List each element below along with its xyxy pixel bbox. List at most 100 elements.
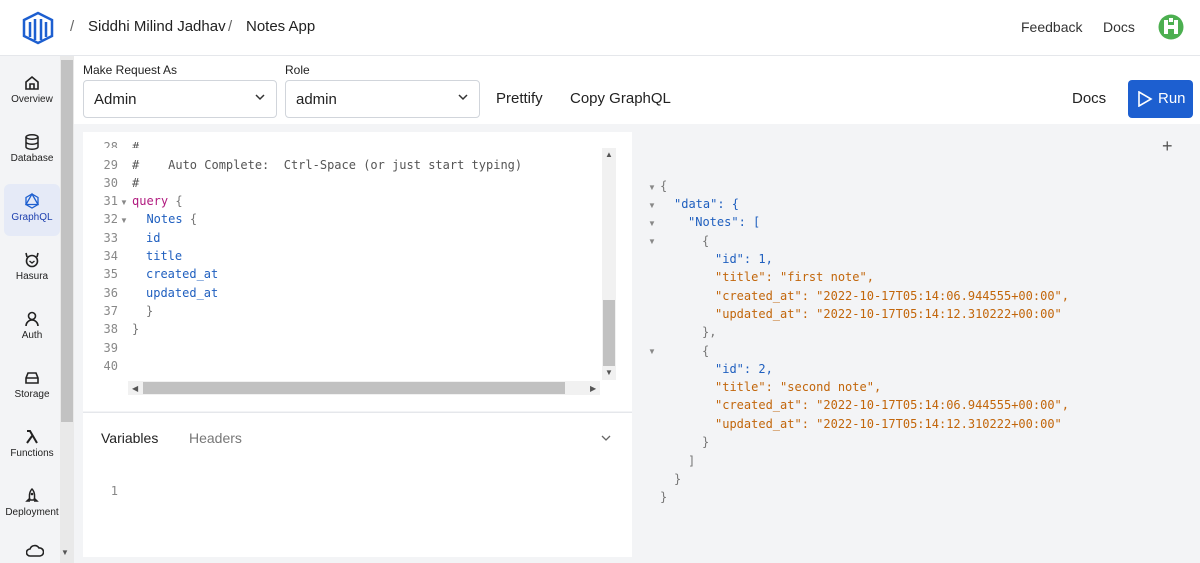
- result-line: "created_at": "2022-10-17T05:14:06.94455…: [715, 398, 1070, 412]
- sidebar-item-graphql[interactable]: GraphQL: [4, 184, 60, 236]
- breadcrumb-project[interactable]: Notes App: [246, 18, 315, 35]
- fold-arrow-icon[interactable]: ▼: [648, 347, 656, 356]
- sidebar-item-label: Deployment: [5, 507, 59, 518]
- line-number: 1: [110, 484, 118, 498]
- lambda-icon: [26, 430, 38, 444]
- result-line: {: [660, 179, 668, 193]
- breadcrumb-separator: /: [228, 18, 233, 35]
- result-line: "id": 1,: [715, 252, 773, 266]
- sidebar-item-label: Storage: [14, 389, 50, 400]
- line-number: 32: [103, 212, 118, 226]
- tab-headers[interactable]: Headers: [189, 430, 242, 446]
- code-line: #: [132, 140, 140, 148]
- role-select[interactable]: admin: [285, 80, 480, 118]
- database-icon: [25, 134, 39, 150]
- result-line: "updated_at": "2022-10-17T05:14:12.31022…: [715, 417, 1062, 431]
- field-token: id: [146, 231, 161, 245]
- cloud-icon[interactable]: [26, 544, 44, 558]
- fold-arrow-icon[interactable]: ▼: [648, 183, 656, 192]
- code-line: query {: [132, 194, 183, 212]
- sidebar-item-storage[interactable]: Storage: [4, 361, 60, 413]
- line-number: 35: [103, 267, 118, 281]
- result-line: "id": 2,: [715, 362, 773, 376]
- result-line: {: [702, 344, 710, 358]
- line-number: 29: [103, 158, 118, 172]
- docs-button[interactable]: Docs: [1072, 90, 1106, 107]
- line-number: 36: [103, 286, 118, 300]
- scroll-right-arrow-icon[interactable]: ▶: [590, 384, 596, 393]
- prettify-button[interactable]: Prettify: [496, 90, 543, 107]
- breadcrumb-separator: /: [70, 18, 75, 35]
- line-number: 30: [103, 176, 118, 190]
- result-line: },: [702, 325, 717, 339]
- add-tab-button[interactable]: +: [1162, 136, 1173, 157]
- field-token: Notes: [146, 212, 183, 226]
- role-label: Role: [285, 63, 310, 77]
- result-line: ]: [688, 454, 696, 468]
- keyword-token: query: [132, 194, 169, 208]
- chevron-down-icon: [255, 94, 265, 101]
- code-line: Notes {: [132, 212, 197, 230]
- copy-graphql-button[interactable]: Copy GraphQL: [570, 90, 671, 107]
- scroll-down-arrow-icon[interactable]: ▼: [605, 368, 613, 377]
- sidebar-scrollbar-thumb[interactable]: [61, 60, 73, 422]
- fold-arrow-icon[interactable]: ▼: [120, 216, 128, 225]
- chevron-down-icon: [458, 94, 468, 101]
- line-number: 39: [103, 341, 118, 355]
- make-request-as-label: Make Request As: [83, 63, 178, 77]
- feedback-link[interactable]: Feedback: [1021, 19, 1082, 35]
- scroll-down-arrow-icon[interactable]: ▼: [61, 548, 69, 557]
- line-number: 38: [103, 322, 118, 336]
- line-number: 40: [103, 359, 118, 373]
- tab-variables[interactable]: Variables: [101, 430, 158, 446]
- nhost-logo[interactable]: [20, 10, 56, 46]
- editor-vertical-scrollbar-thumb[interactable]: [603, 300, 615, 366]
- fold-arrow-icon[interactable]: ▼: [648, 201, 656, 210]
- top-bar: / Siddhi Milind Jadhav / Notes App Feedb…: [0, 0, 1200, 56]
- run-button[interactable]: Run: [1128, 80, 1193, 118]
- variables-panel: [83, 412, 632, 557]
- sidebar-item-overview[interactable]: Overview: [4, 66, 60, 118]
- graphql-icon: [24, 192, 40, 209]
- role-value: admin: [296, 91, 337, 108]
- avatar[interactable]: [1158, 14, 1184, 40]
- sidebar-item-deployment[interactable]: Deployment: [4, 479, 60, 531]
- result-line: "title": "first note",: [715, 270, 874, 284]
- result-line: "Notes": [: [688, 215, 761, 229]
- scroll-up-arrow-icon[interactable]: ▲: [605, 150, 613, 159]
- breadcrumb-workspace[interactable]: Siddhi Milind Jadhav: [88, 18, 226, 35]
- field-token: updated_at: [146, 286, 219, 300]
- result-line: "data": {: [674, 197, 740, 211]
- editor-horizontal-scrollbar-thumb[interactable]: [143, 382, 565, 394]
- make-request-as-value: Admin: [94, 91, 137, 108]
- line-number: 37: [103, 304, 118, 318]
- sidebar-item-label: Overview: [11, 94, 53, 105]
- line-number: 28: [103, 140, 118, 148]
- result-line: "updated_at": "2022-10-17T05:14:12.31022…: [715, 307, 1062, 321]
- brace-token: {: [189, 212, 198, 226]
- brace-token: {: [175, 194, 183, 208]
- result-line: "created_at": "2022-10-17T05:14:06.94455…: [715, 289, 1070, 303]
- rocket-icon: [25, 487, 39, 502]
- brace-token: }: [146, 304, 154, 318]
- home-icon: [25, 75, 39, 90]
- sidebar-item-label: Database: [10, 153, 54, 164]
- chevron-down-icon[interactable]: [600, 432, 612, 444]
- sidebar-item-auth[interactable]: Auth: [4, 302, 60, 354]
- result-line: }: [702, 435, 710, 449]
- brace-token: }: [132, 322, 140, 336]
- fold-arrow-icon[interactable]: ▼: [648, 219, 656, 228]
- sidebar-item-functions[interactable]: Functions: [4, 420, 60, 472]
- scroll-left-arrow-icon[interactable]: ◀: [132, 384, 138, 393]
- sidebar-item-hasura[interactable]: Hasura: [4, 243, 60, 295]
- sidebar-item-label: Auth: [21, 330, 43, 341]
- result-line: }: [674, 472, 682, 486]
- storage-icon: [25, 372, 39, 384]
- fold-arrow-icon[interactable]: ▼: [648, 237, 656, 246]
- sidebar-item-database[interactable]: Database: [4, 125, 60, 177]
- docs-link[interactable]: Docs: [1103, 19, 1135, 35]
- result-line: {: [702, 234, 710, 248]
- make-request-as-select[interactable]: Admin: [83, 80, 277, 118]
- result-line: }: [660, 490, 668, 504]
- fold-arrow-icon[interactable]: ▼: [120, 198, 128, 207]
